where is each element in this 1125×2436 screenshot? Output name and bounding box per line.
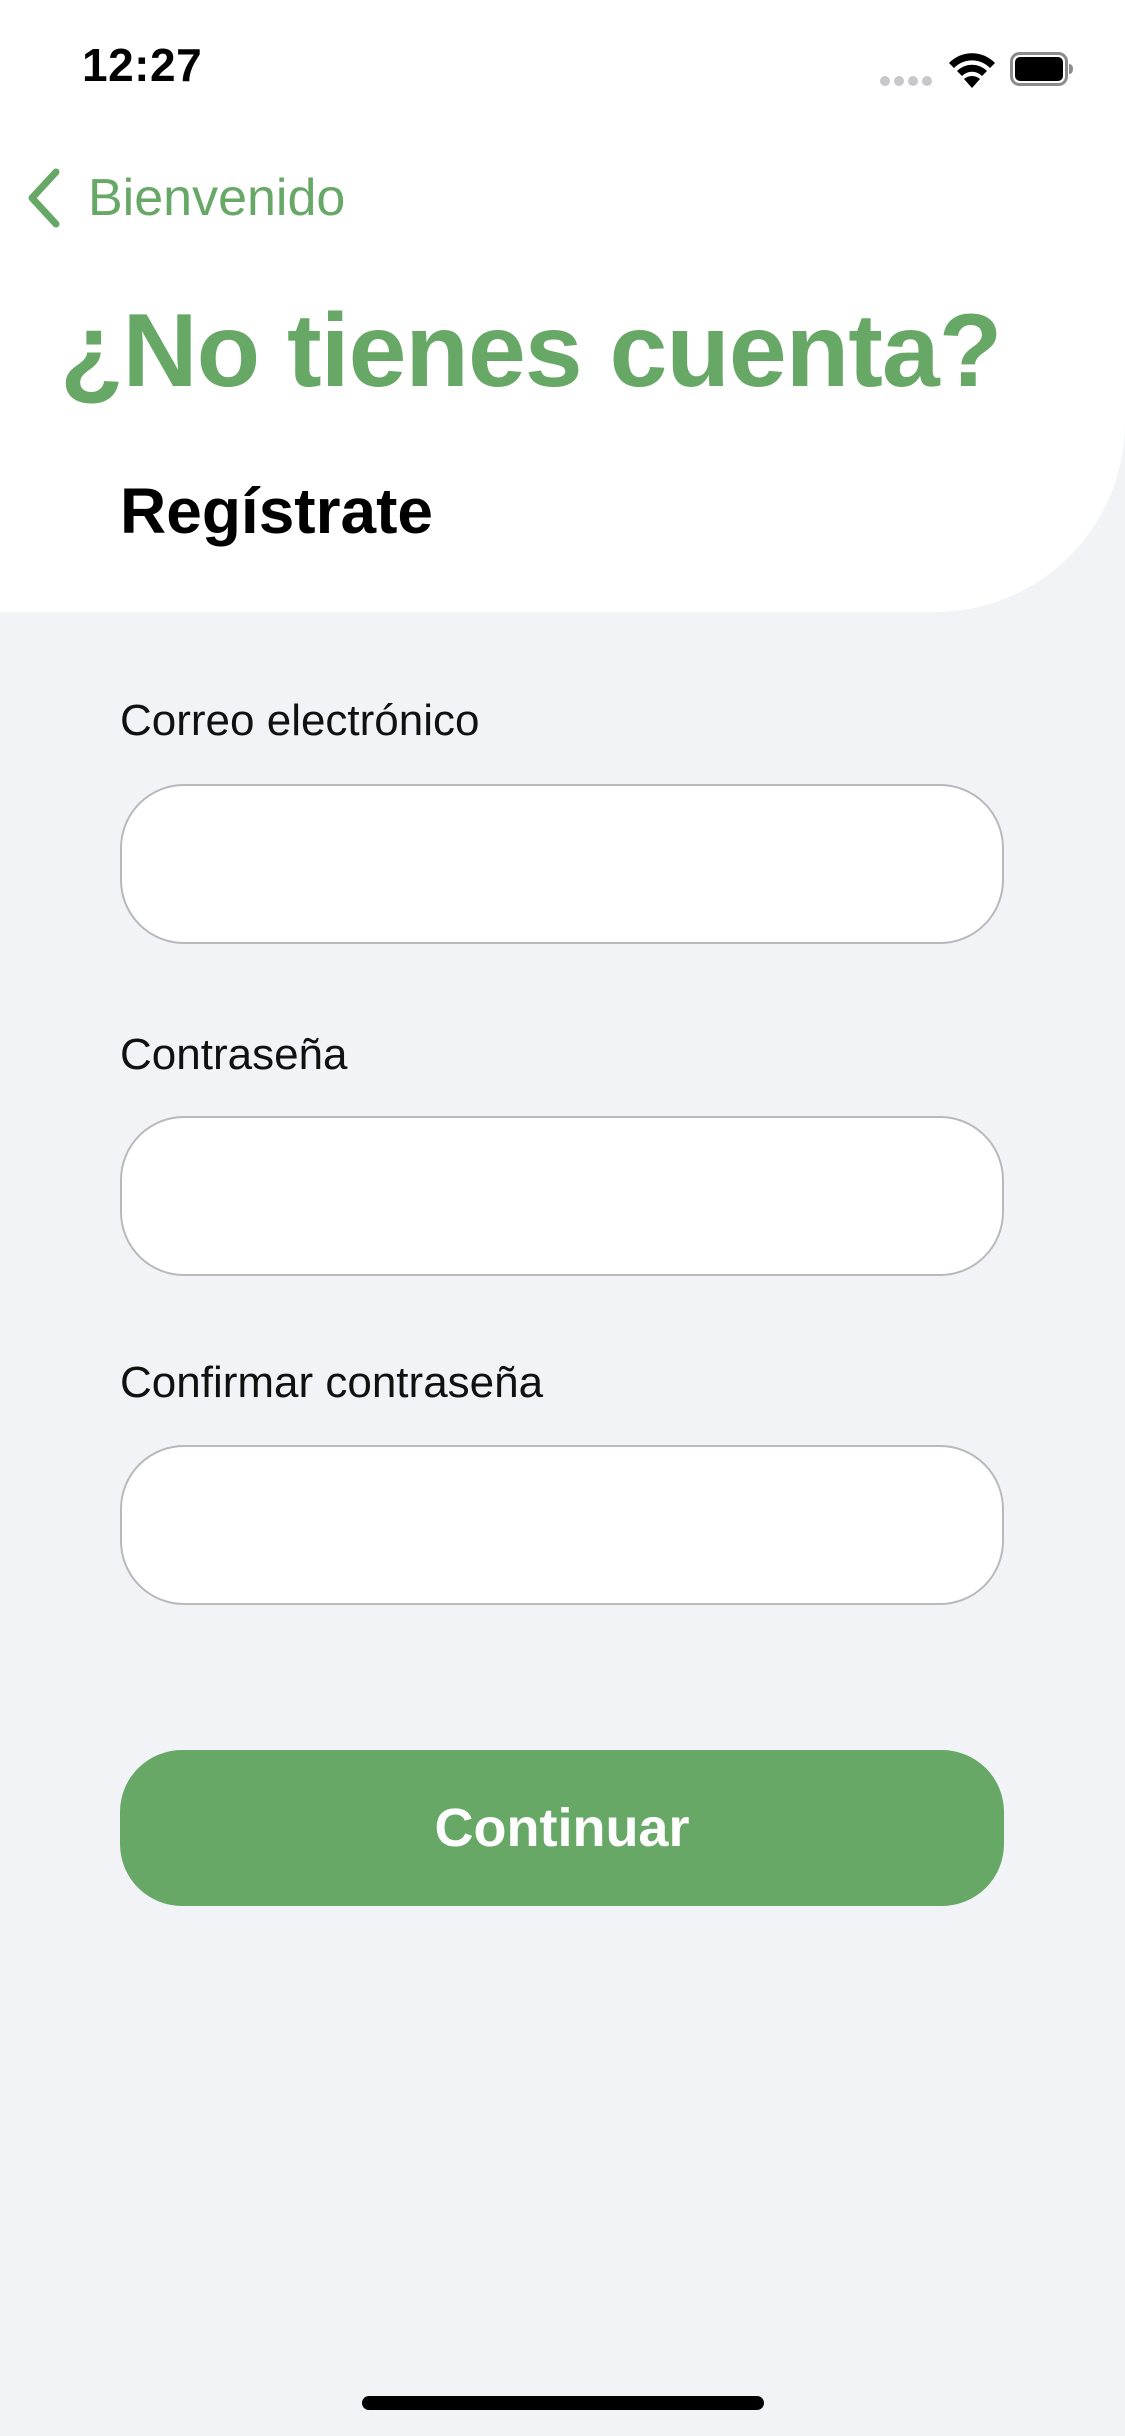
confirm-password-field[interactable] [120,1445,1004,1605]
battery-icon [1010,52,1073,86]
page-subtitle: Regístrate [120,475,433,547]
home-indicator [362,2396,764,2410]
email-label: Correo electrónico [120,696,480,745]
confirm-password-label: Confirmar contraseña [120,1358,544,1407]
page-title: ¿No tienes cuenta? [60,293,1002,409]
password-label: Contraseña [120,1030,348,1079]
email-field[interactable] [120,784,1004,944]
back-button-label: Bienvenido [88,169,346,227]
status-time: 12:27 [82,39,203,91]
back-button[interactable]: Bienvenido [24,160,345,236]
wifi-icon [949,53,995,88]
password-field[interactable] [120,1116,1004,1276]
signup-screen: 12:27 Bienvenido ¿No tienes cuenta? Regí… [0,0,1125,2436]
chevron-left-icon [28,168,60,228]
cellular-signal-icon [880,76,934,86]
continue-button[interactable]: Continuar [120,1750,1004,1906]
